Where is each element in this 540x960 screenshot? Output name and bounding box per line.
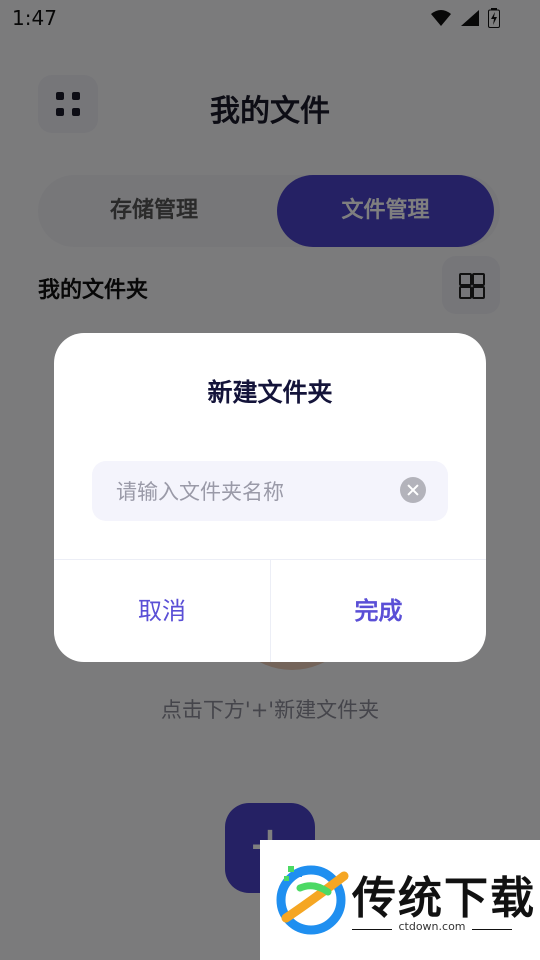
- ctdown-logo-icon: [276, 865, 349, 935]
- cancel-button[interactable]: 取消: [54, 560, 270, 662]
- done-button[interactable]: 完成: [271, 560, 486, 662]
- folder-name-input[interactable]: [114, 461, 398, 523]
- dialog-title: 新建文件夹: [207, 378, 333, 407]
- watermark-text: 传统下载: [352, 873, 536, 924]
- watermark-line: [472, 929, 512, 930]
- watermark-url: ctdown.com: [398, 920, 466, 933]
- clear-input-icon[interactable]: [400, 477, 426, 503]
- folder-name-field: [92, 461, 448, 523]
- watermark-badge: 传统下载 ctdown.com: [260, 840, 540, 960]
- new-folder-dialog: 新建文件夹 取消 完成: [54, 333, 486, 662]
- app-screen: 1:47 我的文件 存储管理 文件管理 我的文件夹: [0, 0, 540, 960]
